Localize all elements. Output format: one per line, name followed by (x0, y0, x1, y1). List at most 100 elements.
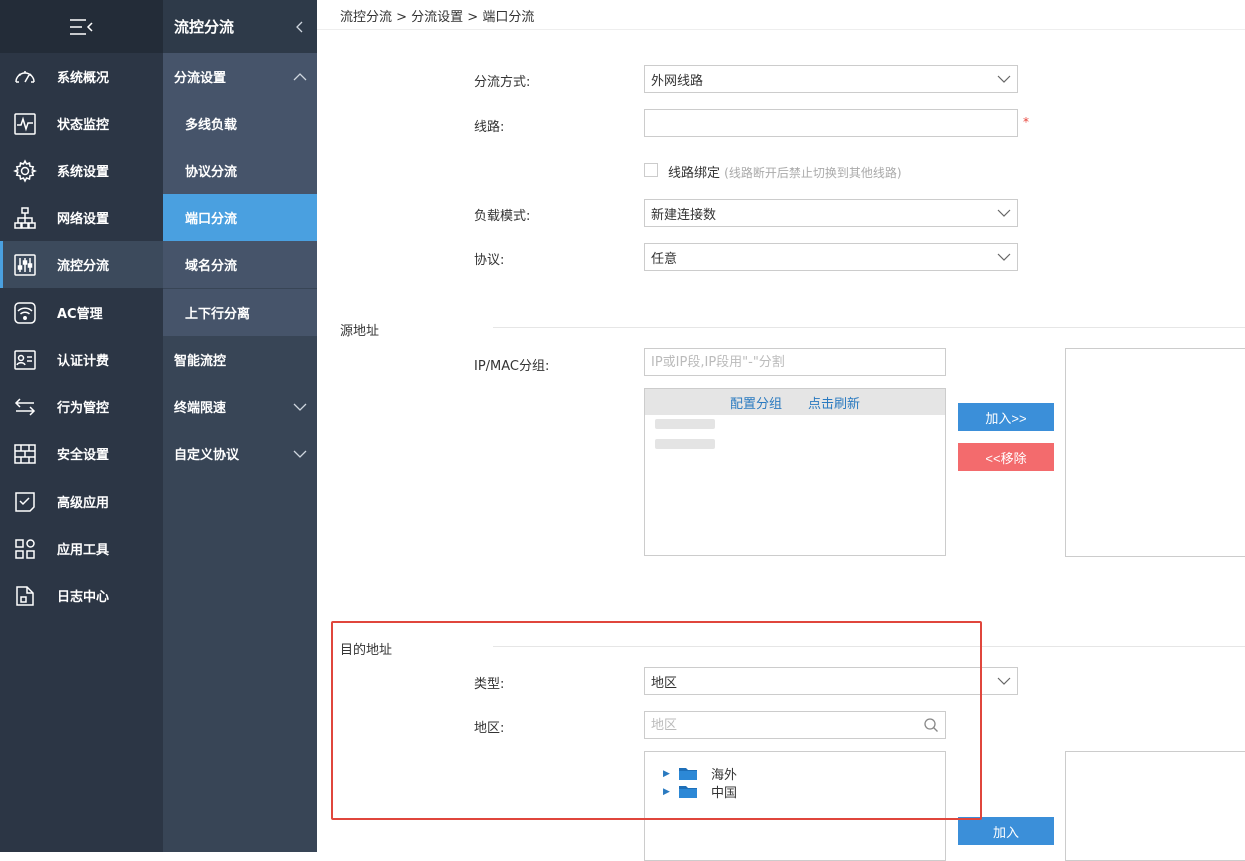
split-mode-label: 分流方式: (474, 75, 531, 90)
region-search-input[interactable] (644, 711, 946, 739)
config-group-link[interactable]: 配置分组 (730, 393, 782, 412)
sub-nav: 流控分流 分流设置 多线负载 协议分流 端口分流 域名分流 上下行分离 智能流控… (163, 0, 317, 852)
nav-item-auth-billing[interactable]: 认证计费 (0, 336, 163, 383)
destination-type-select[interactable]: 地区 (644, 667, 1018, 695)
line-bind-label: 线路绑定 (线路断开后禁止切换到其他线路) (668, 162, 902, 181)
nav-item-advanced[interactable]: 高级应用 (0, 478, 163, 525)
split-mode-value: 外网线路 (651, 73, 704, 89)
checklist-icon (12, 489, 38, 515)
nav-item-label: 高级应用 (57, 496, 110, 511)
subnav-title: 流控分流 (174, 18, 235, 36)
region-tree[interactable]: ▶ 海外 ▶ 中国 (644, 751, 946, 861)
nav-item-network[interactable]: 网络设置 (0, 194, 163, 241)
subnav-item-domain-split[interactable]: 域名分流 (163, 241, 317, 288)
tree-node-label: 海外 (711, 768, 738, 783)
subnav-item-terminal-limit[interactable]: 终端限速 (163, 383, 317, 430)
nav-item-ac-manage[interactable]: AC管理 (0, 289, 163, 336)
source-add-button[interactable]: 加入>> (958, 403, 1054, 431)
nav-item-label: 系统概况 (57, 71, 110, 86)
tree-node-overseas[interactable]: ▶ 海外 (663, 764, 737, 783)
search-icon[interactable] (923, 717, 939, 733)
line-label: 线路: (474, 120, 505, 135)
folder-icon (679, 786, 697, 798)
breadcrumb-divider (317, 29, 1245, 30)
subnav-item-label: 协议分流 (185, 165, 238, 180)
subnav-item-label: 分流设置 (174, 71, 227, 86)
sliders-icon (12, 252, 38, 278)
folder-icon (679, 768, 697, 780)
chevron-up-icon (293, 72, 307, 80)
chevron-down-icon (997, 209, 1011, 217)
source-group-list[interactable]: 配置分组 点击刷新 (644, 388, 946, 556)
subnav-item-protocol-split[interactable]: 协议分流 (163, 147, 317, 194)
menu-toggle[interactable] (0, 0, 163, 53)
nav-item-label: 日志中心 (57, 590, 110, 605)
nav-item-label: 网络设置 (57, 212, 110, 227)
nav-item-monitor[interactable]: 状态监控 (0, 100, 163, 147)
protocol-value: 任意 (651, 251, 678, 267)
nav-item-label: AC管理 (57, 307, 103, 322)
refresh-link[interactable]: 点击刷新 (808, 393, 860, 412)
line-bind-text: 线路绑定 (668, 166, 721, 181)
line-input[interactable] (644, 109, 1018, 137)
subnav-item-label: 上下行分离 (185, 307, 251, 322)
chevron-left-icon[interactable] (295, 20, 305, 34)
subnav-item-multiline[interactable]: 多线负载 (163, 100, 317, 147)
type-label: 类型: (474, 677, 505, 692)
gear-icon (12, 158, 38, 184)
nav-item-log-center[interactable]: 日志中心 (0, 572, 163, 619)
destination-section-divider (493, 646, 1245, 647)
apps-icon (12, 536, 38, 562)
chevron-down-icon (293, 450, 307, 458)
subnav-item-label: 自定义协议 (174, 448, 240, 463)
load-mode-select[interactable]: 新建连接数 (644, 199, 1018, 227)
source-selected-list[interactable] (1065, 348, 1245, 557)
nav-item-label: 应用工具 (57, 543, 110, 558)
destination-selected-list[interactable] (1065, 751, 1245, 861)
dashboard-icon (12, 64, 38, 90)
id-card-icon (12, 347, 38, 373)
destination-section-title: 目的地址 (340, 643, 393, 658)
subnav-header: 流控分流 (163, 0, 317, 53)
subnav-item-updown-split[interactable]: 上下行分离 (163, 289, 317, 336)
main-nav: 系统概况 状态监控 系统设置 网络设置 流控分流 AC管理 认证计费 行为管控 … (0, 0, 163, 852)
nav-item-traffic-control[interactable]: 流控分流 (0, 241, 163, 288)
nav-item-label: 流控分流 (57, 259, 110, 274)
subnav-item-custom-protocol[interactable]: 自定义协议 (163, 430, 317, 477)
load-mode-value: 新建连接数 (651, 207, 717, 223)
source-remove-button[interactable]: <<移除 (958, 443, 1054, 471)
split-mode-select[interactable]: 外网线路 (644, 65, 1018, 93)
nav-item-system-settings[interactable]: 系统设置 (0, 147, 163, 194)
nav-item-label: 行为管控 (57, 401, 110, 416)
nav-item-security[interactable]: 安全设置 (0, 430, 163, 477)
caret-right-icon[interactable]: ▶ (663, 787, 673, 797)
protocol-select[interactable]: 任意 (644, 243, 1018, 271)
subnav-item-port-split[interactable]: 端口分流 (163, 194, 317, 241)
tree-node-china[interactable]: ▶ 中国 (663, 782, 737, 801)
nav-item-app-tools[interactable]: 应用工具 (0, 525, 163, 572)
nav-item-behavior-control[interactable]: 行为管控 (0, 383, 163, 430)
blurred-list-item[interactable] (655, 419, 715, 429)
firewall-icon (12, 441, 38, 467)
nav-item-overview[interactable]: 系统概况 (0, 53, 163, 100)
chevron-down-icon (997, 75, 1011, 83)
subnav-item-smart-qos[interactable]: 智能流控 (163, 336, 317, 383)
subnav-item-split-settings[interactable]: 分流设置 (163, 53, 317, 100)
main-content: 流控分流 > 分流设置 > 端口分流 分流方式: 外网线路 线路: * 线路绑定… (317, 0, 1245, 861)
group-list-toolbar: 配置分组 点击刷新 (645, 389, 945, 415)
subnav-item-label: 终端限速 (174, 401, 227, 416)
ip-mac-group-label: IP/MAC分组: (474, 359, 550, 374)
network-icon (12, 205, 38, 231)
subnav-item-label: 智能流控 (174, 354, 227, 369)
ip-mac-group-input[interactable] (644, 348, 946, 376)
caret-right-icon[interactable]: ▶ (663, 769, 673, 779)
menu-collapse-icon[interactable] (69, 18, 95, 36)
nav-item-label: 状态监控 (57, 118, 110, 133)
chevron-down-icon (997, 253, 1011, 261)
nav-item-label: 系统设置 (57, 165, 110, 180)
blurred-list-item[interactable] (655, 439, 715, 449)
nav-item-label: 认证计费 (57, 354, 110, 369)
line-bind-checkbox[interactable] (644, 163, 658, 177)
destination-add-button[interactable]: 加入 (958, 817, 1054, 845)
document-icon (12, 583, 38, 609)
